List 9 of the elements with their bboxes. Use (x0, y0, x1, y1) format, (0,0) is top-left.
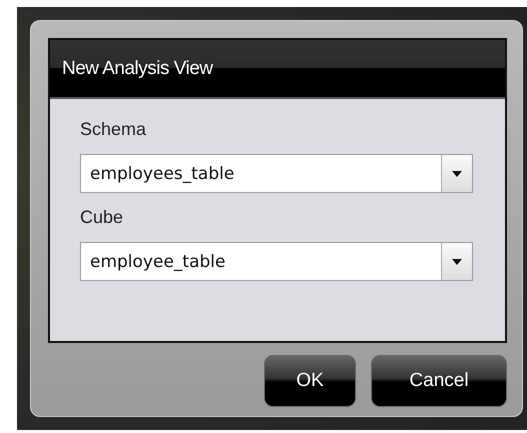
caret-icon (452, 170, 462, 176)
ok-button[interactable]: OK (264, 355, 356, 407)
dialog-title: New Analysis View (62, 58, 213, 80)
dropdown[interactable]: employee_table (80, 242, 473, 281)
field-label: Cube (80, 207, 124, 229)
dropdown[interactable]: employees_table (80, 154, 473, 193)
cancel-button[interactable]: Cancel (371, 355, 507, 407)
field-label: Schema (80, 119, 148, 141)
caret-icon (452, 258, 462, 264)
